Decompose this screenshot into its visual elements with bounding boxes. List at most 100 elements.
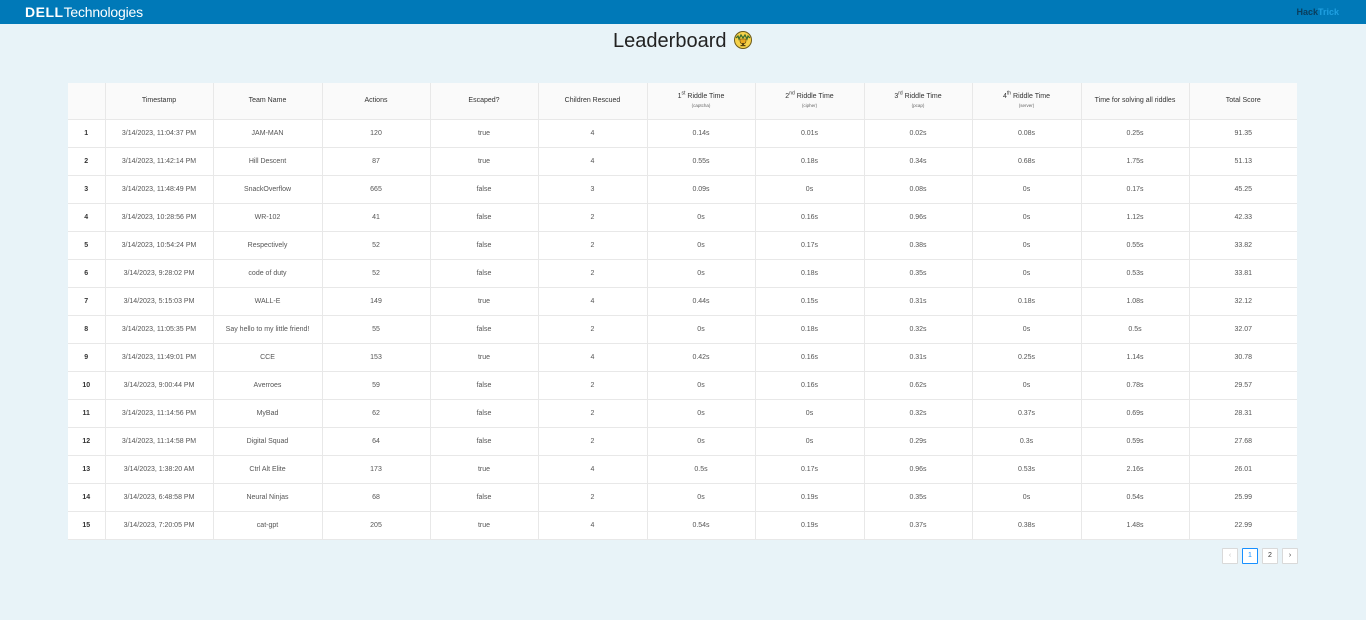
chevron-right-icon[interactable]: ›: [1282, 548, 1298, 564]
cell-rank: 7: [68, 287, 106, 316]
hacktrick-brand: HackTrick: [1296, 7, 1339, 17]
cell-actions: 665: [322, 175, 431, 204]
cell-rank: 5: [68, 231, 106, 260]
cell-escaped: false: [430, 231, 539, 260]
cell-riddle-1-time: 0.42s: [647, 343, 756, 372]
cell-total-score: 42.33: [1189, 203, 1297, 232]
cell-riddle-3-time: 0.96s: [864, 455, 973, 484]
cell-total-score: 27.68: [1189, 427, 1297, 456]
riddle-4-sup: th: [1006, 90, 1012, 97]
col-timestamp: Timestamp: [105, 83, 214, 120]
cell-team-name: Digital Squad: [213, 427, 323, 456]
cell-escaped: false: [430, 175, 539, 204]
table-row: 2 3/14/2023, 11:42:14 PM Hill Descent 87 tru…: [68, 147, 1297, 176]
logo-technologies: Technologies: [63, 4, 144, 20]
cell-rank: 8: [68, 315, 106, 344]
table-header-row: Timestamp Team Name Actions Escaped? Chi…: [68, 83, 1297, 120]
cell-riddle-4-time: 0s: [972, 371, 1082, 400]
cell-riddle-1-time: 0s: [647, 427, 756, 456]
table-row: 8 3/14/2023, 11:05:35 PM Say hello to my l…: [68, 315, 1297, 344]
cell-riddle-4-time: 0.68s: [972, 147, 1082, 176]
page-1-button[interactable]: 1: [1242, 548, 1258, 564]
riddle-4-label: Riddle Time: [1013, 93, 1050, 101]
cell-timestamp: 3/14/2023, 11:14:56 PM: [105, 399, 214, 428]
cell-riddle-4-time: 0s: [972, 175, 1082, 204]
cell-riddle-4-time: 0.25s: [972, 343, 1082, 372]
cell-children-rescued: 3: [538, 175, 648, 204]
cell-actions: 120: [322, 119, 431, 148]
cell-riddle-2-time: 0.16s: [755, 371, 865, 400]
riddle-3-sup: rd: [898, 90, 903, 97]
cell-actions: 153: [322, 343, 431, 372]
table-row: 14 3/14/2023, 6:48:58 PM Neural Ninjas 68 fa…: [68, 483, 1297, 512]
cell-rank: 14: [68, 483, 106, 512]
cell-timestamp: 3/14/2023, 11:04:37 PM: [105, 119, 214, 148]
riddle-2-label: Riddle Time: [796, 93, 834, 101]
cell-riddle-4-time: 0s: [972, 483, 1082, 512]
cell-total-score: 32.07: [1189, 315, 1297, 344]
page-2-button[interactable]: 2: [1262, 548, 1278, 564]
cell-riddle-1-time: 0.44s: [647, 287, 756, 316]
cell-riddle-4-time: 0.38s: [972, 511, 1082, 540]
cell-riddle-3-time: 0.34s: [864, 147, 973, 176]
brand-trick: Trick: [1317, 7, 1339, 17]
riddle-4-sub: (server): [1018, 103, 1035, 109]
cell-riddle-1-time: 0s: [647, 399, 756, 428]
cell-timestamp: 3/14/2023, 6:48:58 PM: [105, 483, 214, 512]
col-rank: [68, 83, 106, 120]
col-children-rescued: Children Rescued: [538, 83, 648, 120]
page-header: Leaderboard: [0, 28, 1366, 54]
cell-time-all-riddles: 0.53s: [1081, 259, 1190, 288]
cell-riddle-3-time: 0.38s: [864, 231, 973, 260]
col-time-all-riddles: Time for solving all riddles: [1081, 83, 1190, 120]
cell-riddle-2-time: 0.18s: [755, 147, 865, 176]
cell-time-all-riddles: 1.12s: [1081, 203, 1190, 232]
table-row: 6 3/14/2023, 9:28:02 PM code of duty 52 fals…: [68, 259, 1297, 288]
cell-time-all-riddles: 1.14s: [1081, 343, 1190, 372]
cell-riddle-1-time: 0s: [647, 203, 756, 232]
cell-riddle-3-time: 0.37s: [864, 511, 973, 540]
cell-children-rescued: 4: [538, 147, 648, 176]
cell-total-score: 91.35: [1189, 119, 1297, 148]
dell-technologies-logo[interactable]: DELLTechnologies: [25, 3, 143, 21]
cell-total-score: 45.25: [1189, 175, 1297, 204]
cell-total-score: 32.12: [1189, 287, 1297, 316]
table-row: 1 3/14/2023, 11:04:37 PM JAM-MAN 120 true 4 0.…: [68, 119, 1297, 148]
col-riddle-2: 2nd Riddle Time (cipher): [755, 83, 865, 120]
cell-riddle-4-time: 0s: [972, 259, 1082, 288]
cell-total-score: 33.81: [1189, 259, 1297, 288]
cell-time-all-riddles: 0.59s: [1081, 427, 1190, 456]
cell-riddle-4-time: 0s: [972, 315, 1082, 344]
cell-rank: 12: [68, 427, 106, 456]
cell-riddle-1-time: 0s: [647, 483, 756, 512]
cell-actions: 205: [322, 511, 431, 540]
cell-children-rescued: 4: [538, 343, 648, 372]
cell-riddle-2-time: 0.17s: [755, 231, 865, 260]
riddle-3-sub: (pcap): [911, 103, 925, 109]
cell-escaped: true: [430, 119, 539, 148]
cell-children-rescued: 4: [538, 287, 648, 316]
col-team-name: Team Name: [213, 83, 323, 120]
table-row: 3 3/14/2023, 11:48:49 PM SnackOverflow 665 f…: [68, 175, 1297, 204]
cell-riddle-1-time: 0s: [647, 259, 756, 288]
col-total-score: Total Score: [1189, 83, 1297, 120]
cell-rank: 9: [68, 343, 106, 372]
table-row: 13 3/14/2023, 1:38:20 AM Ctrl Alt Elite 173…: [68, 455, 1297, 484]
cell-team-name: Respectively: [213, 231, 323, 260]
cell-team-name: Neural Ninjas: [213, 483, 323, 512]
cell-riddle-1-time: 0.5s: [647, 455, 756, 484]
cell-team-name: WR-102: [213, 203, 323, 232]
cell-team-name: JAM-MAN: [213, 119, 323, 148]
cell-riddle-1-time: 0.14s: [647, 119, 756, 148]
cell-timestamp: 3/14/2023, 11:05:35 PM: [105, 315, 214, 344]
cell-team-name: WALL-E: [213, 287, 323, 316]
cell-rank: 10: [68, 371, 106, 400]
cell-rank: 15: [68, 511, 106, 540]
cell-riddle-4-time: 0s: [972, 231, 1082, 260]
table-row: 12 3/14/2023, 11:14:58 PM Digital Squad 64 f…: [68, 427, 1297, 456]
cell-children-rescued: 4: [538, 511, 648, 540]
chevron-left-icon[interactable]: ‹: [1222, 548, 1238, 564]
brand-hack: Hack: [1296, 7, 1318, 17]
cell-riddle-1-time: 0.55s: [647, 147, 756, 176]
cell-total-score: 51.13: [1189, 147, 1297, 176]
